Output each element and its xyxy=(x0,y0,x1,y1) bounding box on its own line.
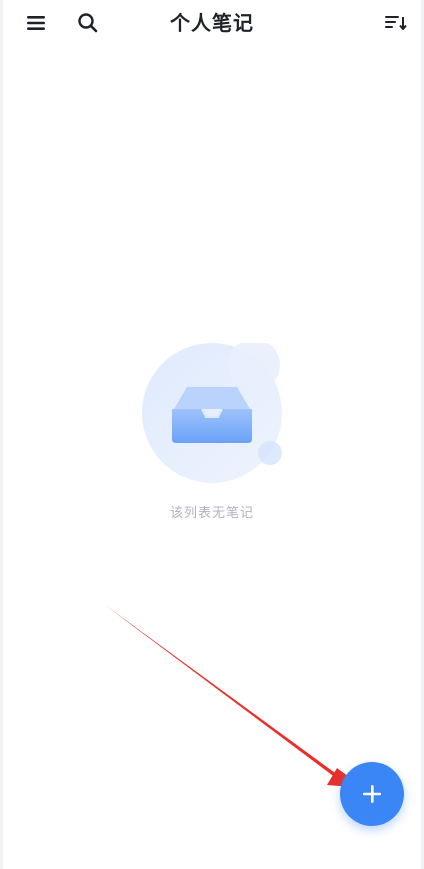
search-icon xyxy=(78,13,98,33)
add-note-button[interactable] xyxy=(340,762,404,826)
search-button[interactable] xyxy=(73,8,103,38)
plus-icon xyxy=(363,785,381,803)
page-title: 个人笔记 xyxy=(170,11,254,35)
top-bar: 个人笔记 xyxy=(3,0,421,46)
sort-button[interactable] xyxy=(381,8,411,38)
menu-icon xyxy=(27,16,45,30)
menu-button[interactable] xyxy=(21,8,51,38)
empty-state: 该列表无笔记 xyxy=(3,340,421,530)
sort-icon xyxy=(385,16,407,30)
empty-message: 该列表无笔记 xyxy=(169,506,254,521)
empty-inbox-icon xyxy=(142,343,282,483)
notes-app-screen: 个人笔记 该列表无笔记 xyxy=(3,0,421,869)
